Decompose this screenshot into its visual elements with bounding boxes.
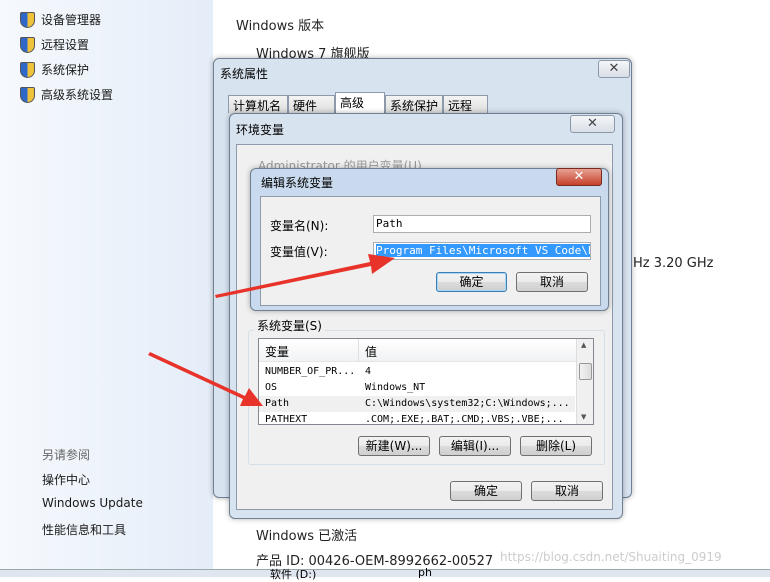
red-arrow <box>148 352 263 406</box>
red-arrow <box>215 254 395 298</box>
annotation-arrows <box>148 254 395 406</box>
